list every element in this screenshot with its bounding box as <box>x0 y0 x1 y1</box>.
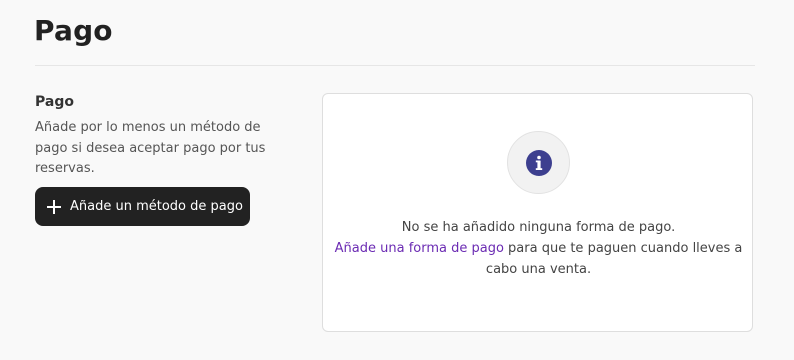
add-payment-method-button[interactable]: Añade un método de pago <box>35 187 250 226</box>
header-divider <box>35 65 755 66</box>
empty-state-line2: Añade una forma de pago para que te pagu… <box>323 238 754 280</box>
payment-page: Pago Pago Añade por lo menos un método d… <box>0 0 794 360</box>
info-icon-container <box>507 131 570 194</box>
page-title: Pago <box>34 14 113 47</box>
empty-state-card: No se ha añadido ninguna forma de pago. … <box>322 93 753 332</box>
section-description: Añade por lo menos un método de pago si … <box>35 120 266 176</box>
add-payment-form-link[interactable]: Añade una forma de pago <box>335 241 504 256</box>
plus-icon <box>47 199 61 214</box>
add-payment-method-label: Añade un método de pago <box>70 199 243 214</box>
empty-state-message: No se ha añadido ninguna forma de pago. … <box>323 217 754 280</box>
section-heading: Pago <box>35 94 74 110</box>
empty-state-line1: No se ha añadido ninguna forma de pago. <box>401 220 676 235</box>
info-icon <box>526 150 552 176</box>
empty-state-line2-text: para que te paguen cuando lleves a cabo … <box>485 241 743 277</box>
